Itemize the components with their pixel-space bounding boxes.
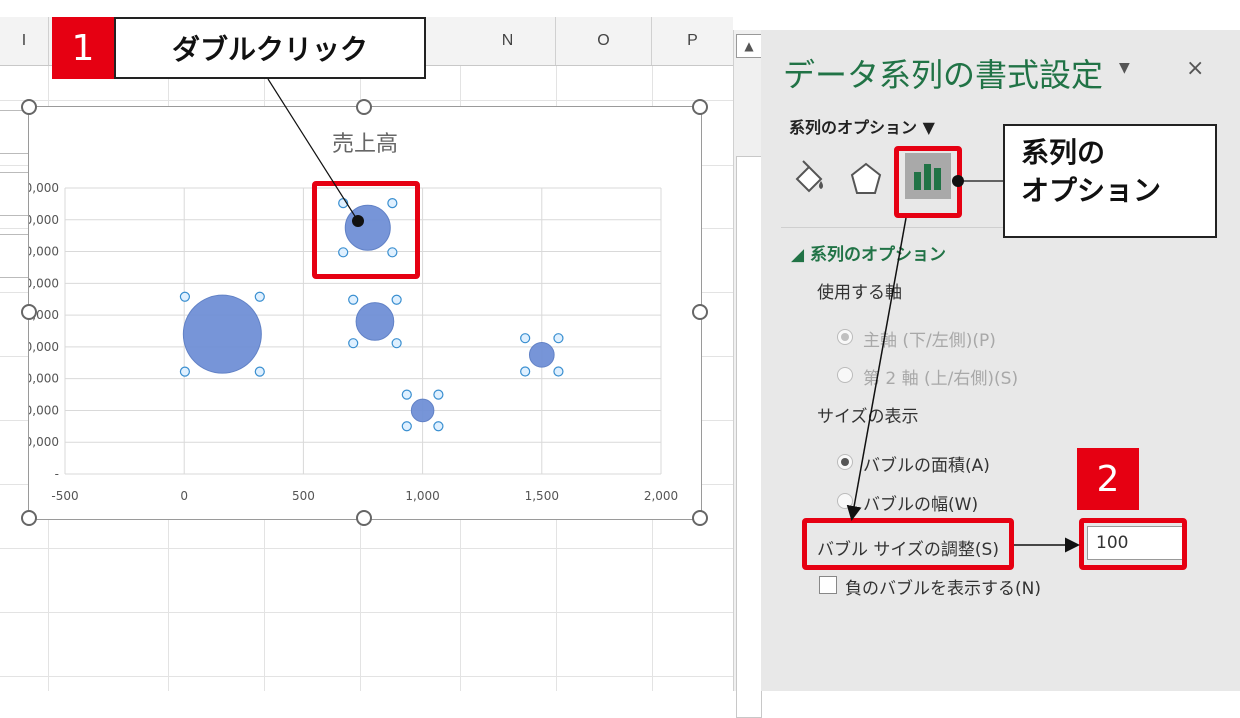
vertical-scrollbar[interactable]: ▲: [733, 30, 762, 718]
resize-handle[interactable]: [356, 510, 372, 526]
column-header-n[interactable]: N: [460, 17, 556, 65]
selection-handle: [401, 389, 412, 400]
step-2-badge: 2: [1077, 448, 1139, 510]
y-tick-label: 120,000: [29, 276, 59, 290]
bubble-chart[interactable]: 売上高 -20,00040,00060,00080,000100,000120,…: [28, 106, 702, 520]
selection-handle: [179, 291, 191, 302]
fill-line-icon[interactable]: [786, 156, 832, 202]
y-tick-label: 60,000: [29, 372, 59, 386]
chart-plot-svg: 売上高 -20,00040,00060,00080,000100,000120,…: [29, 132, 678, 503]
bubble-point: [410, 398, 435, 423]
selection-handle: [254, 291, 265, 302]
show-negative-bubbles-label: 負のバブルを表示する(N): [845, 579, 1041, 599]
x-tick-label: -500: [51, 489, 78, 503]
chart-title[interactable]: 売上高: [332, 132, 398, 157]
step-1-badge: 1: [52, 17, 114, 79]
y-tick-label: -: [55, 467, 59, 481]
y-tick-label: 20,000: [29, 435, 59, 449]
primary-axis-radio[interactable]: [837, 329, 853, 345]
pane-menu-chevron-icon[interactable]: ▼: [1119, 60, 1130, 76]
x-tick-label: 1,500: [525, 489, 559, 503]
resize-handle[interactable]: [692, 304, 708, 320]
selection-handle: [348, 294, 359, 305]
axis-label: 使用する軸: [817, 283, 902, 303]
column-header-i[interactable]: I: [0, 17, 49, 65]
scrollbar-thumb[interactable]: [736, 156, 762, 718]
scroll-up-icon[interactable]: ▲: [736, 34, 762, 58]
bubble-width-radio[interactable]: [837, 493, 853, 509]
grid-line: [0, 612, 733, 613]
bubble-width-label: バブルの幅(W): [863, 495, 979, 515]
selection-handle: [391, 338, 402, 349]
callout-line-2: オプション: [1021, 174, 1162, 207]
series-options-dropdown[interactable]: 系列のオプション ▼: [789, 114, 935, 138]
selection-handle: [553, 366, 564, 377]
bubble-point: [528, 342, 555, 368]
x-tick-label: 0: [180, 489, 188, 503]
selection-handle: [433, 389, 444, 400]
y-tick-label: 80,000: [29, 340, 59, 354]
primary-axis-label: 主軸 (下/左側)(P): [863, 331, 996, 351]
selection-handle: [553, 333, 564, 344]
y-tick-label: 40,000: [29, 403, 59, 417]
resize-handle[interactable]: [21, 304, 37, 320]
selection-handle: [520, 333, 531, 344]
column-header-o[interactable]: O: [556, 17, 652, 65]
highlight-scale-label: [802, 518, 1014, 570]
callout-line-1: 系列の: [1021, 136, 1106, 169]
series-options-callout: 系列の オプション: [1003, 124, 1217, 238]
selection-handle: [254, 366, 265, 377]
selection-handle: [401, 421, 412, 432]
selection-handle: [179, 366, 191, 377]
section-series-options[interactable]: ◢ 系列のオプション: [791, 240, 946, 265]
spreadsheet-area: I N O P 売上高 -20,00040,00060,00080,000100…: [0, 0, 733, 691]
step-1-callout: ダブルクリック: [114, 17, 426, 79]
y-tick-label: 140,000: [29, 245, 59, 259]
secondary-axis-label: 第 2 軸 (上/右側)(S): [863, 369, 1019, 389]
bubble-area-label: バブルの面積(A): [863, 456, 990, 476]
highlight-bubble: [312, 181, 420, 279]
show-negative-bubbles-checkbox[interactable]: [819, 576, 837, 594]
bubble-area-radio[interactable]: [837, 454, 853, 470]
highlight-scale-input: [1079, 518, 1187, 570]
grid-line: [0, 548, 733, 549]
resize-handle[interactable]: [692, 99, 708, 115]
resize-handle[interactable]: [692, 510, 708, 526]
x-tick-label: 500: [292, 489, 315, 503]
selection-handle: [433, 421, 444, 432]
bubble-point: [182, 294, 262, 374]
grid-line: [0, 676, 733, 677]
pane-title: データ系列の書式設定: [783, 56, 1104, 94]
x-tick-label: 1,000: [405, 489, 439, 503]
effects-pentagon-icon[interactable]: [843, 156, 889, 202]
resize-handle[interactable]: [21, 510, 37, 526]
y-tick-label: 180,000: [29, 181, 59, 195]
resize-handle[interactable]: [21, 99, 37, 115]
close-icon[interactable]: ×: [1186, 56, 1204, 81]
resize-handle[interactable]: [356, 99, 372, 115]
bubble-point: [355, 302, 395, 341]
x-tick-label: 2,000: [644, 489, 678, 503]
selection-handle: [520, 366, 531, 377]
y-tick-label: 160,000: [29, 213, 59, 227]
highlight-series-tab: [894, 146, 962, 218]
selection-handle: [391, 294, 402, 305]
secondary-axis-radio[interactable]: [837, 367, 853, 383]
column-header-p[interactable]: P: [652, 17, 733, 65]
size-represents-label: サイズの表示: [817, 407, 919, 427]
selection-handle: [348, 338, 359, 349]
